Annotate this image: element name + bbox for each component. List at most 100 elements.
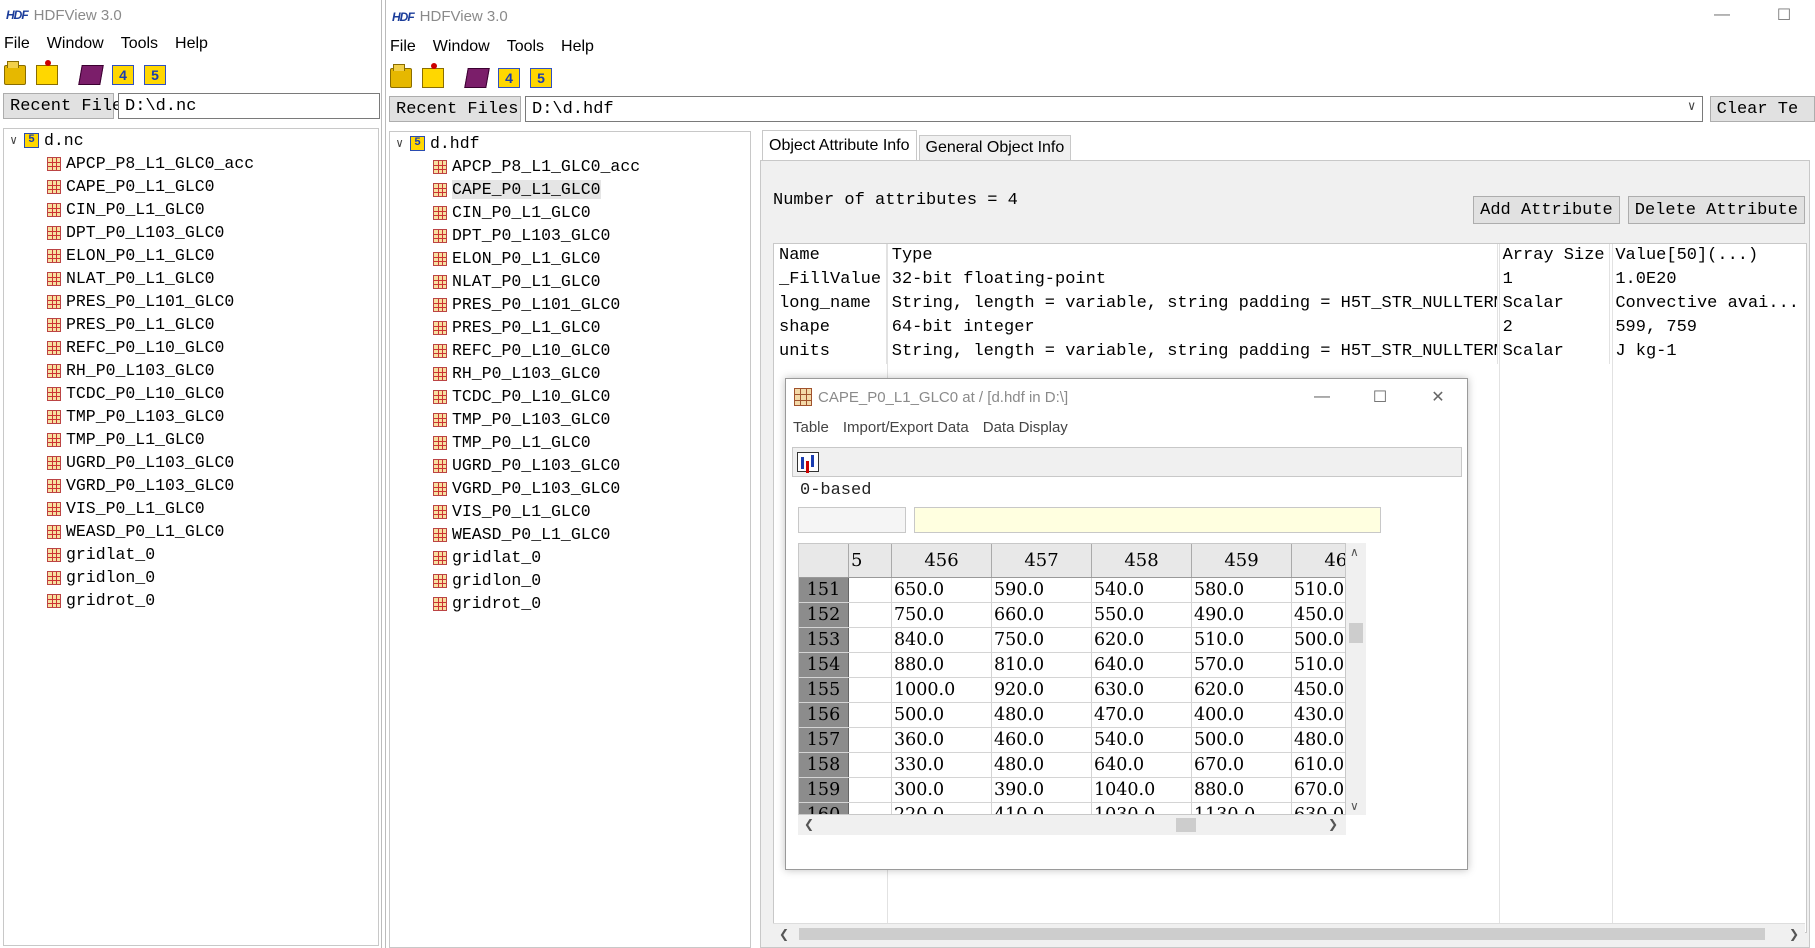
menu-table[interactable]: Table [793,419,829,436]
tree-item[interactable]: CIN_P0_L1_GLC0 [390,201,750,224]
attribute-size-cell[interactable]: 2 [1498,316,1611,340]
table-row[interactable]: 157360.0460.0540.0500.0480.0480.0 [799,728,1345,753]
table-row[interactable]: 152750.0660.0550.0490.0450.0420.0 [799,603,1345,628]
column-header-value[interactable]: Value[50](...) [1610,244,1806,268]
table-row[interactable]: 156500.0480.0470.0400.0430.0440.0 [799,703,1345,728]
table-cell[interactable]: 670.0 [1192,753,1292,777]
table-cell[interactable]: 880.0 [892,653,992,677]
table-cell[interactable]: 540.0 [1092,728,1192,752]
scrollbar-thumb[interactable] [799,928,1765,940]
recent-files-button[interactable]: Recent Files [3,93,132,119]
attribute-size-cell[interactable]: Scalar [1498,292,1611,316]
table-cell[interactable]: 400.0 [1192,703,1292,727]
tree-item[interactable]: CAPE_P0_L1_GLC0 [390,178,750,201]
close-icon[interactable]: ✕ [1409,379,1467,415]
table-cell[interactable]: 610.0 [1292,753,1345,777]
table-cell[interactable]: 540.0 [1092,578,1192,602]
tree-item[interactable]: RH_P0_L103_GLC0 [4,359,378,382]
scrollbar-thumb[interactable] [1349,623,1363,643]
table-cell[interactable]: 880.0 [1192,778,1292,802]
tree-root[interactable]: ∨ 5 d.hdf [390,132,750,155]
chart-icon[interactable] [797,452,819,472]
tree-item[interactable]: VGRD_P0_L103_GLC0 [390,477,750,500]
attribute-type-cell[interactable]: String, length = variable, string paddin… [887,340,1498,364]
tree-item[interactable]: VIS_P0_L1_GLC0 [390,500,750,523]
scroll-left-icon[interactable]: ❮ [779,927,789,941]
table-cell[interactable]: 500.0 [1192,728,1292,752]
file-path-input[interactable]: D:\d.nc [118,93,380,119]
table-cell[interactable]: 1000.0 [892,678,992,702]
horizontal-scrollbar[interactable]: ❮ ❯ [798,815,1346,835]
users-guide-icon[interactable] [78,65,104,85]
table-cell[interactable]: 640.0 [1092,753,1192,777]
tree-item[interactable]: DPT_P0_L103_GLC0 [4,221,378,244]
minimize-icon[interactable]: — [1293,379,1351,415]
tree-item[interactable]: TMP_P0_L103_GLC0 [4,405,378,428]
table-cell[interactable]: 810.0 [992,653,1092,677]
add-attribute-button[interactable]: Add Attribute [1473,196,1620,224]
attribute-value-cell[interactable]: Convective avai... [1610,292,1806,316]
tree-item[interactable]: ELON_P0_L1_GLC0 [390,247,750,270]
attribute-value-cell[interactable]: 599, 759 [1610,316,1806,340]
chevron-up-icon[interactable]: ∧ [1350,545,1359,559]
row-header[interactable]: 156 [799,703,849,727]
tree-item[interactable]: REFC_P0_L10_GLC0 [390,339,750,362]
attribute-name-cell[interactable]: units [774,340,887,364]
table-cell[interactable]: 480.0 [992,753,1092,777]
file-path-input[interactable]: D:\d.hdf ∨ [525,96,1703,122]
tree-item[interactable]: gridrot_0 [390,592,750,615]
attribute-type-cell[interactable]: 32-bit floating-point [887,268,1498,292]
tree-item[interactable]: gridlon_0 [4,566,378,589]
table-cell[interactable]: 490.0 [1192,603,1292,627]
table-cell[interactable]: 840.0 [892,628,992,652]
table-cell[interactable]: 390.0 [992,778,1092,802]
tree-item[interactable]: TMP_P0_L1_GLC0 [4,428,378,451]
row-header[interactable]: 158 [799,753,849,777]
scrollbar-thumb[interactable] [1176,818,1196,832]
table-cell[interactable]: 330.0 [892,753,992,777]
table-cell[interactable]: 580.0 [1192,578,1292,602]
table-cell[interactable]: 460.0 [992,728,1092,752]
scroll-right-icon[interactable]: ❯ [1789,927,1799,941]
tree-item[interactable]: TMP_P0_L1_GLC0 [390,431,750,454]
tab-general-object-info[interactable]: General Object Info [918,135,1072,160]
menu-window[interactable]: Window [433,38,490,56]
tree-item[interactable]: CAPE_P0_L1_GLC0 [4,175,378,198]
table-cell[interactable]: 920.0 [992,678,1092,702]
chevron-down-icon[interactable]: ∨ [396,136,410,151]
table-cell[interactable]: 650.0 [892,578,992,602]
tree-item[interactable]: APCP_P8_L1_GLC0_acc [390,155,750,178]
table-cell[interactable]: 660.0 [992,603,1092,627]
table-cell[interactable]: 620.0 [1092,628,1192,652]
tree-item[interactable]: NLAT_P0_L1_GLC0 [390,270,750,293]
table-cell[interactable]: 510.0 [1192,628,1292,652]
tree-item[interactable]: WEASD_P0_L1_GLC0 [390,523,750,546]
tree-root[interactable]: ∨ 5 d.nc [4,129,378,152]
new-file-icon[interactable] [36,60,58,85]
tree-item[interactable]: TCDC_P0_L10_GLC0 [4,382,378,405]
table-cell[interactable]: 550.0 [1092,603,1192,627]
table-cell[interactable]: 750.0 [992,628,1092,652]
table-cell[interactable]: 220.0 [892,803,992,814]
tree-item[interactable]: VIS_P0_L1_GLC0 [4,497,378,520]
table-cell[interactable]: 620.0 [1192,678,1292,702]
tree-item[interactable]: APCP_P8_L1_GLC0_acc [4,152,378,175]
column-header[interactable]: 459 [1192,544,1292,577]
tree-item[interactable]: UGRD_P0_L103_GLC0 [390,454,750,477]
minimize-icon[interactable]: — [1691,0,1753,30]
attribute-row[interactable]: shape 64-bit integer 2 599, 759 [774,316,1806,340]
tree-item[interactable]: ELON_P0_L1_GLC0 [4,244,378,267]
table-cell[interactable] [849,653,892,677]
table-cell[interactable] [849,778,892,802]
table-cell[interactable] [849,803,892,814]
tree-item[interactable]: NLAT_P0_L1_GLC0 [4,267,378,290]
table-row[interactable]: 160220.0410.01030.01130.0630.0600.0 [799,803,1345,814]
menu-window[interactable]: Window [47,35,104,53]
scroll-right-icon[interactable]: ❯ [1328,817,1338,831]
table-cell[interactable] [849,603,892,627]
table-row[interactable]: 158330.0480.0640.0670.0610.0510.0 [799,753,1345,778]
tree-item[interactable]: gridlat_0 [4,543,378,566]
chevron-down-icon[interactable]: ∨ [1350,799,1359,813]
column-header[interactable]: 456 [892,544,992,577]
table-cell[interactable]: 450.0 [1292,678,1345,702]
